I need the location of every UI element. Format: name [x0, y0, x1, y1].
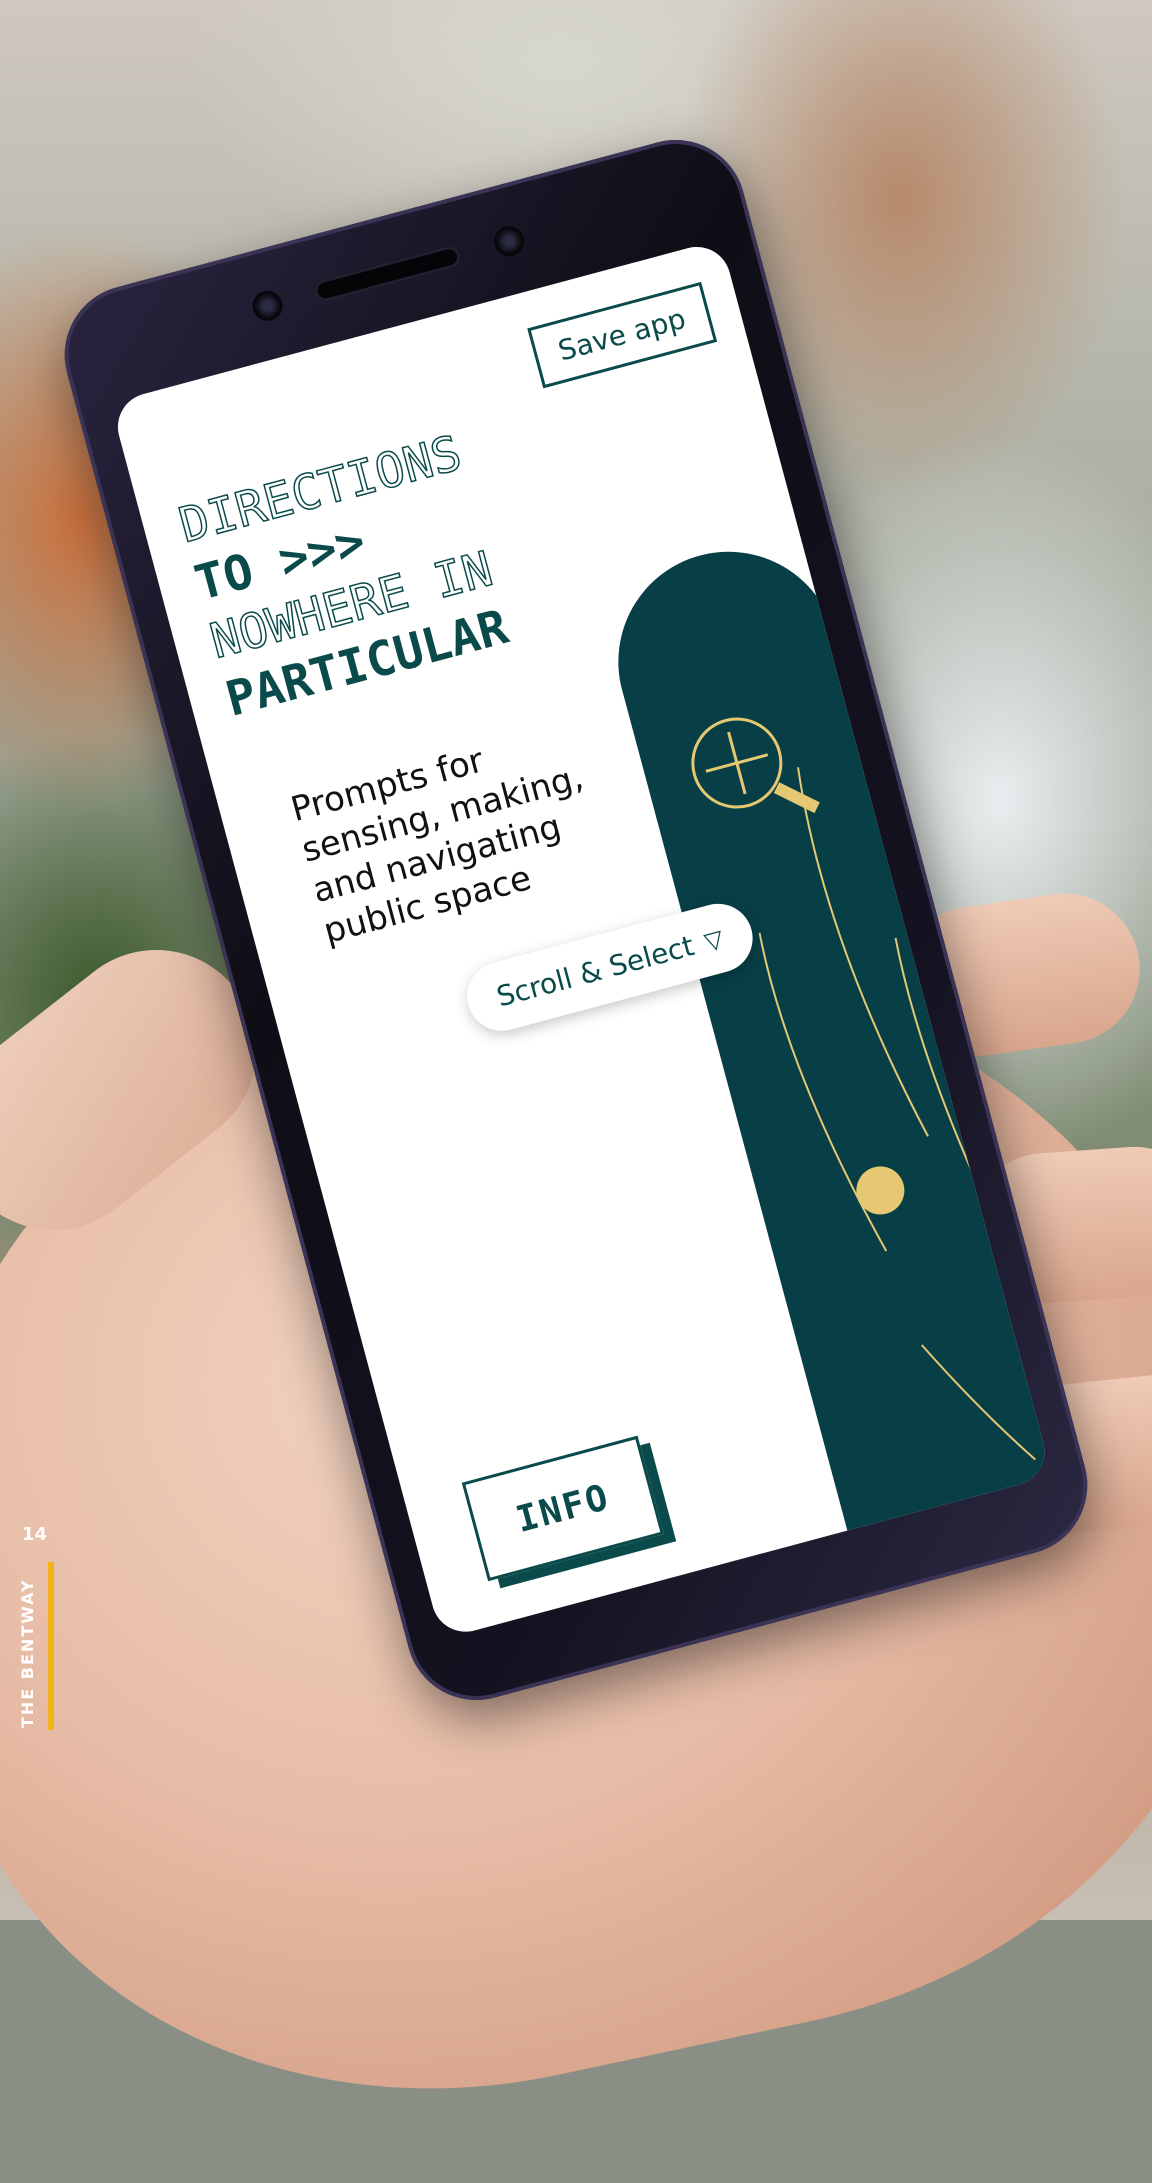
gold-ring [1034, 1334, 1053, 1386]
page-number: 14 [22, 1524, 48, 1545]
page-title: DIRECTIONS TO >>> NOWHERE IN PARTICULAR [173, 423, 514, 730]
publication-label: THE BENTWAY [18, 1578, 37, 1728]
info-button[interactable]: INFO [461, 1435, 664, 1582]
front-camera-icon [249, 287, 286, 325]
front-sensor-icon [490, 222, 528, 260]
accent-bar [48, 1562, 54, 1730]
earpiece-speaker [312, 243, 463, 304]
save-app-button[interactable]: Save app [526, 281, 718, 389]
triangle-pointer-icon: ▽ [701, 923, 727, 956]
tagline: Prompts for sensing, making, and navigat… [286, 740, 588, 952]
scroll-select-label: Scroll & Select [493, 929, 698, 1014]
